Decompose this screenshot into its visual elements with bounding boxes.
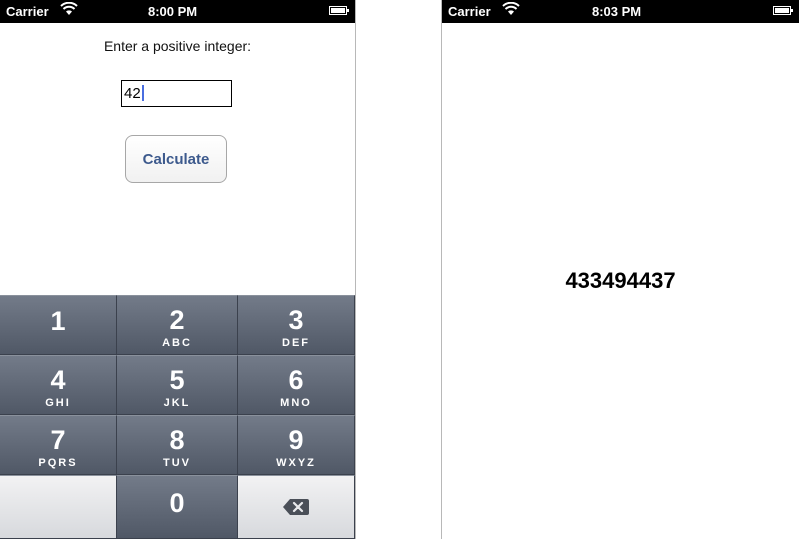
status-bar: Carrier 8:03 PM xyxy=(442,0,799,23)
key-blank xyxy=(0,475,117,539)
result-label: 433494437 xyxy=(565,268,676,293)
key-letters: JKL xyxy=(163,397,191,409)
battery-icon xyxy=(329,6,349,15)
left-screen-border xyxy=(355,0,356,539)
key-4[interactable]: 4 GHI xyxy=(0,355,117,415)
key-digit: 6 xyxy=(288,365,304,395)
key-3[interactable]: 3 DEF xyxy=(238,295,355,355)
numeric-keypad: 1 2 ABC 3 DEF 4 GHI 5 JKL 6 MNO 7 PQRS 8 xyxy=(0,295,355,539)
key-8[interactable]: 8 TUV xyxy=(117,415,238,475)
key-6[interactable]: 6 MNO xyxy=(238,355,355,415)
key-letters: ABC xyxy=(162,337,192,349)
key-letters: DEF xyxy=(282,337,310,349)
key-digit: 5 xyxy=(169,365,185,395)
battery-icon xyxy=(773,6,793,15)
key-digit: 1 xyxy=(50,306,66,336)
prompt-label: Enter a positive integer: xyxy=(103,38,252,54)
calculate-button[interactable]: Calculate xyxy=(125,135,227,183)
key-2[interactable]: 2 ABC xyxy=(117,295,238,355)
key-digit: 0 xyxy=(169,488,185,518)
key-1[interactable]: 1 xyxy=(0,295,117,355)
key-digit: 3 xyxy=(288,305,304,335)
right-screen: Carrier 8:03 PM 433494437 xyxy=(442,0,799,539)
key-digit: 2 xyxy=(169,305,185,335)
key-9[interactable]: 9 WXYZ xyxy=(238,415,355,475)
key-digit: 7 xyxy=(50,425,66,455)
status-bar: Carrier 8:00 PM xyxy=(0,0,355,23)
integer-input-value: 42 xyxy=(124,85,141,102)
status-time: 8:00 PM xyxy=(148,4,198,19)
integer-input[interactable]: 42 xyxy=(121,80,232,107)
key-0[interactable]: 0 xyxy=(117,475,238,539)
key-digit: 8 xyxy=(169,425,185,455)
key-digit: 9 xyxy=(288,425,304,455)
key-letters: MNO xyxy=(280,397,312,409)
key-letters: TUV xyxy=(163,457,191,469)
key-digit: 4 xyxy=(50,365,66,395)
left-screen: Carrier 8:00 PM Enter a positive integer… xyxy=(0,0,355,539)
text-caret xyxy=(141,85,144,101)
key-5[interactable]: 5 JKL xyxy=(117,355,238,415)
key-letters: GHI xyxy=(45,397,71,409)
status-time: 8:03 PM xyxy=(592,4,642,19)
backspace-icon xyxy=(283,499,309,515)
key-7[interactable]: 7 PQRS xyxy=(0,415,117,475)
delete-key[interactable] xyxy=(238,475,355,539)
key-letters: PQRS xyxy=(38,457,78,469)
key-letters: WXYZ xyxy=(276,457,316,469)
